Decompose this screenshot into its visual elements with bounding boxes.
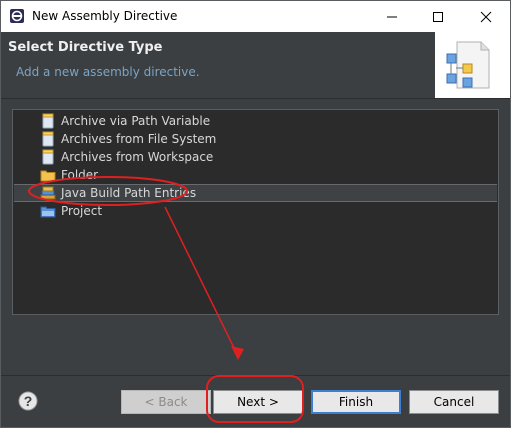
cancel-button[interactable]: Cancel [409, 390, 499, 414]
library-icon [40, 186, 56, 200]
maximize-button[interactable] [415, 1, 461, 32]
maximize-icon [433, 11, 443, 22]
wizard-title: Select Directive Type [8, 40, 163, 55]
tree-item-label: Archive via Path Variable [61, 114, 211, 128]
minimize-button[interactable] [369, 1, 415, 32]
tree-item-label: Folder [61, 168, 99, 182]
tree-item-archives-file-system[interactable]: Archives from File System [14, 130, 497, 148]
assembly-directive-wizard-icon [446, 41, 490, 89]
close-icon [480, 11, 492, 22]
footer-separator [1, 375, 510, 376]
tree-item-archives-workspace[interactable]: Archives from Workspace [14, 148, 497, 166]
wizard-header: Select Directive Type Add a new assembly… [1, 32, 510, 98]
dialog-window: New Assembly Directive Select Directive … [0, 0, 511, 428]
close-button[interactable] [463, 1, 509, 32]
title-bar: New Assembly Directive [1, 1, 510, 32]
header-separator [1, 98, 510, 99]
window-title: New Assembly Directive [32, 9, 178, 23]
jar-icon [42, 131, 54, 147]
app-icon [10, 9, 24, 23]
jar-icon [42, 113, 54, 129]
back-button[interactable]: < Back [121, 390, 211, 414]
minimize-icon [387, 16, 397, 17]
tree-item-label: Archives from Workspace [61, 150, 214, 164]
tree-item-label: Archives from File System [61, 132, 217, 146]
help-icon[interactable]: ? [18, 391, 38, 411]
tree-item-archive-path-variable[interactable]: Archive via Path Variable [14, 112, 497, 130]
tree-item-label: Java Build Path Entries [61, 186, 197, 200]
tree-item-label: Project [61, 204, 103, 218]
finish-button[interactable]: Finish [311, 390, 401, 414]
tree-item-java-build-path-entries[interactable]: Java Build Path Entries [14, 184, 497, 202]
tree-item-folder[interactable]: Folder [14, 166, 497, 184]
project-folder-icon [40, 206, 56, 218]
svg-text:?: ? [24, 393, 33, 409]
folder-icon [40, 170, 56, 182]
wizard-subtitle: Add a new assembly directive. [16, 65, 200, 79]
directive-type-tree[interactable]: Archive via Path Variable Archives from … [12, 109, 499, 315]
next-button[interactable]: Next > [213, 390, 303, 414]
wizard-banner [435, 32, 510, 98]
jar-icon [42, 149, 54, 165]
tree-item-project[interactable]: Project [14, 202, 497, 220]
